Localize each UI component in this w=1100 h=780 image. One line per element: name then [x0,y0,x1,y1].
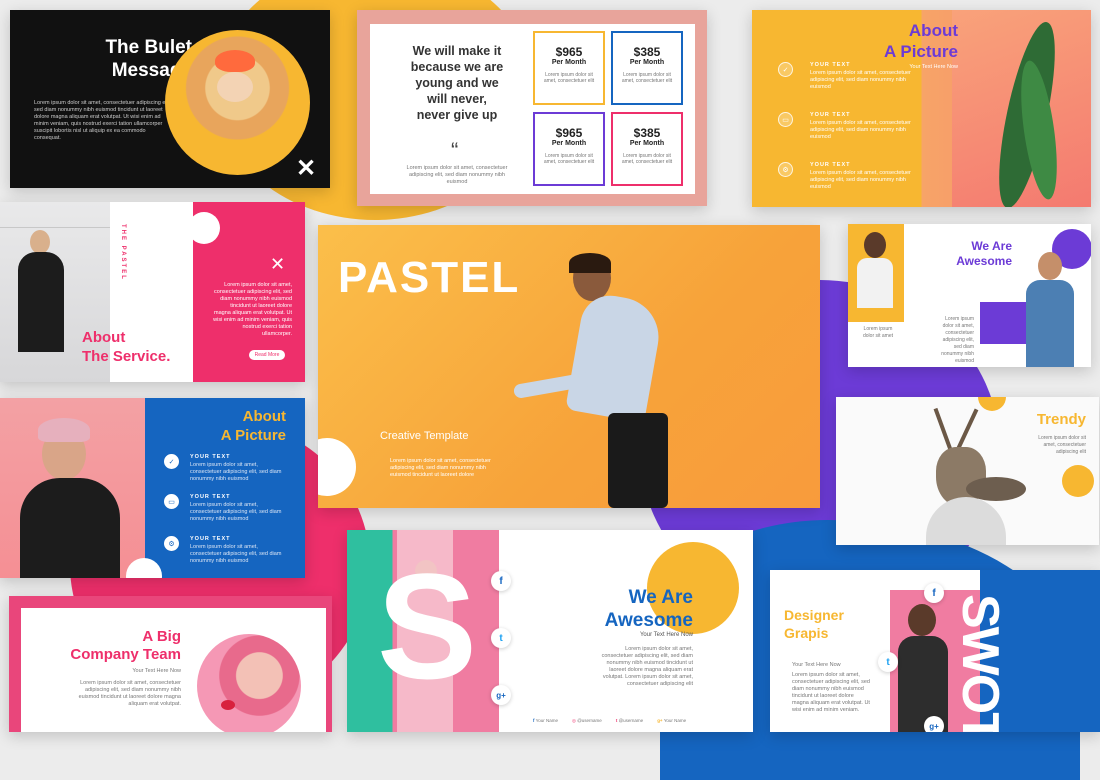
slide-title: About The Service. [82,329,171,365]
quote-text: We will make it because we are young and… [410,44,504,122]
slide-trendy[interactable]: Trendy Lorem ipsum dolor sit amet, conse… [836,397,1099,545]
slide-we-are-awesome-s[interactable]: S f t g+ We Are Awesome Your Text Here N… [347,530,753,732]
slide-title: We Are Awesome [604,587,693,631]
decor-circle [1062,465,1094,497]
facebook-icon[interactable]: f [924,583,944,603]
social-twitter[interactable]: t @username [616,718,643,726]
price-card-4[interactable]: $385 Per Month Lorem ipsum dolor sit ame… [611,112,683,186]
slide-about-picture-orange[interactable]: About A Picture Your Text Here Now ✓ YOU… [752,10,1091,207]
slide-about-service[interactable]: THE PASTEL ✕ Lorem ipsum dolor sit amet,… [0,202,305,382]
man-photo [1024,252,1084,367]
side-label: THE PASTEL [120,224,126,281]
gear-icon: ⚙ [164,536,179,551]
quote-mark-icon: “ [451,138,459,163]
slide-big-company-team[interactable]: A Big Company Team Your Text Here Now Lo… [9,596,332,732]
decor-circle [188,212,220,244]
slide-pastel-hero[interactable]: PASTEL Creative Template Lorem ipsum dol… [318,225,820,508]
slide-subtitle: Your Text Here Now [792,662,841,668]
slide-about-picture-blue[interactable]: About A Picture ✓ YOUR TEXT Lorem ipsum … [0,398,305,578]
social-google[interactable]: g+ Your Name [657,718,686,726]
google-plus-icon[interactable]: g+ [491,685,511,705]
price-card-1[interactable]: $965 Per Month Lorem ipsum dolor sit ame… [533,31,605,105]
social-row: f Your Name ◎ @username t @username g+ Y… [533,718,733,726]
price-card-3[interactable]: $965 Per Month Lorem ipsum dolor sit ame… [533,112,605,186]
runner-photo [512,253,723,508]
portrait-photo [197,634,301,732]
price-period: Per Month [629,140,665,147]
slide-designer-grapis[interactable]: Designer Grapis Your Text Here Now Lorem… [770,570,1100,732]
hero-title: PASTEL [338,253,521,302]
slide-body: Lorem ipsum dolor sit amet, consectetuer… [601,646,693,687]
twitter-icon[interactable]: t [878,652,898,672]
slide-title: Designer Grapis [784,607,844,641]
slide-body: Lorem ipsum dolor sit amet, consectetuer… [78,680,181,707]
vertical-word: SWOT [951,594,1009,732]
woman-photo [0,398,145,578]
slide-body: Lorem ipsum dolor sit amet, consectetuer… [941,316,974,364]
decor-circle [318,438,356,496]
slide-pricing[interactable]: We will make it because we are young and… [357,10,707,206]
hero-body: Lorem ipsum dolor sit amet, consectetuer… [390,458,491,478]
price-amount: $385 [633,45,661,59]
plant-photo [952,10,1091,207]
slide-title: About A Picture [220,408,286,444]
slide-we-are-awesome-purple[interactable]: Lorem ipsum dolor sit amet We Are Awesom… [848,224,1091,367]
slide-body: Lorem ipsum dolor sit amet, consectetuer… [213,282,292,337]
check-icon: ✓ [778,62,793,77]
price-amount: $385 [633,126,661,140]
price-amount: $965 [555,45,583,59]
quote-body: Lorem ipsum dolor sit amet, consectetuer… [406,165,508,185]
slide-body: Lorem ipsum dolor sit amet, consectetuer… [792,672,870,713]
slide-body: Lorem ipsum dolor sit amet, consectetuer… [1038,435,1086,455]
slide-title: A Big Company Team [70,628,181,663]
social-instagram[interactable]: ◎ @username [572,718,602,726]
price-period: Per Month [629,59,665,66]
deer-photo [906,407,1026,545]
hero-subtitle: Creative Template [380,430,469,442]
woman-photo [848,224,904,322]
slide-subtitle: Your Text Here Now [132,668,181,674]
monitor-icon: ▭ [778,112,793,127]
twitter-icon[interactable]: t [491,628,511,648]
slide-bulet-message[interactable]: The Bulet Message Lorem ipsum dolor sit … [10,10,330,188]
slide-body: Lorem ipsum dolor sit amet, consectetuer… [34,100,171,141]
social-facebook[interactable]: f Your Name [533,718,558,726]
gear-icon: ⚙ [778,162,793,177]
slide-title: Trendy [1036,411,1086,428]
slide-title: About A Picture [883,21,958,61]
price-amount: $965 [555,126,583,140]
slide-title: We Are Awesome [956,239,1012,268]
check-icon: ✓ [164,454,179,469]
price-card-2[interactable]: $385 Per Month Lorem ipsum dolor sit ame… [611,31,683,105]
close-icon[interactable]: ✕ [296,154,316,183]
price-period: Per Month [551,59,587,66]
price-period: Per Month [551,140,587,147]
google-plus-icon[interactable]: g+ [924,716,944,732]
close-icon[interactable]: ✕ [270,254,285,275]
facebook-icon[interactable]: f [491,571,511,591]
read-more-button[interactable]: Read More [249,350,285,360]
portrait-photo [165,30,310,175]
big-letter: S [377,542,478,710]
monitor-icon: ▭ [164,494,179,509]
slide-subtitle: Your Text Here Now [639,632,693,638]
